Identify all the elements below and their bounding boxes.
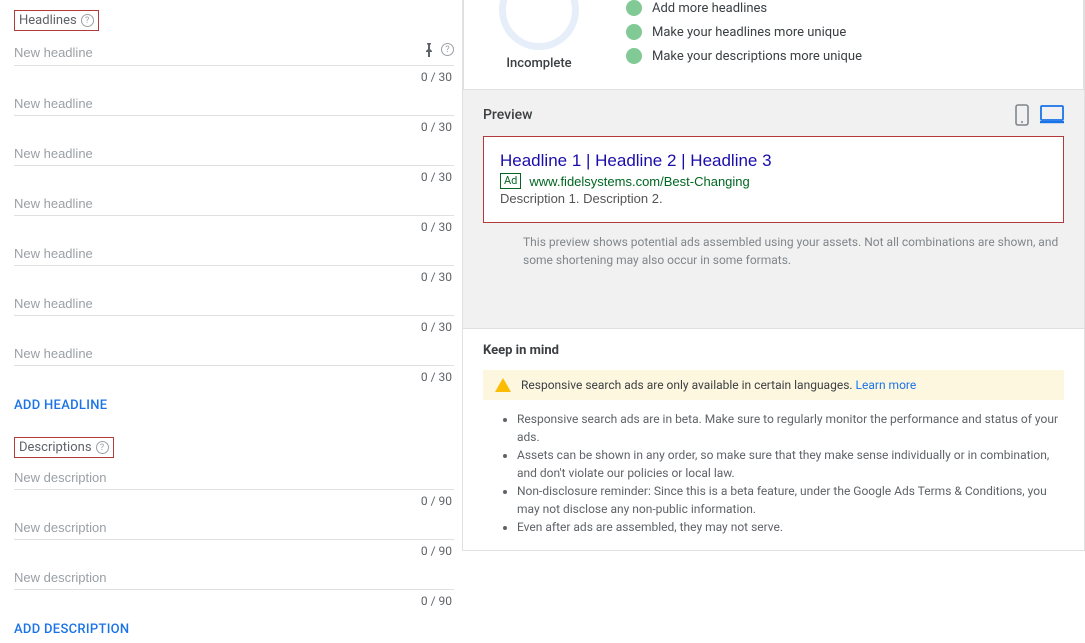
language-banner-text: Responsive search ads are only available…: [521, 378, 916, 392]
char-counter: 0 / 90: [14, 590, 454, 608]
headline-input[interactable]: [14, 196, 454, 211]
language-banner: Responsive search ads are only available…: [483, 370, 1064, 400]
pin-icon[interactable]: [423, 43, 435, 61]
idea-item[interactable]: Make your headlines more unique: [626, 24, 862, 40]
preview-note: This preview shows potential ads assembl…: [463, 223, 1084, 269]
ad-preview-url-line: Ad www.fidelsystems.com/Best-Changing: [500, 173, 1047, 189]
keep-in-mind-title: Keep in mind: [483, 343, 1064, 358]
help-icon[interactable]: ?: [81, 14, 94, 27]
ad-preview-description: Description 1. Description 2.: [500, 191, 1047, 206]
char-counter: 0 / 30: [14, 266, 454, 284]
list-item: Assets can be shown in any order, so mak…: [517, 446, 1064, 482]
char-counter: 0 / 30: [14, 66, 454, 84]
idea-text: Make your headlines more unique: [652, 25, 846, 40]
headline-field: [14, 234, 454, 266]
donut-icon: [499, 0, 579, 50]
char-counter: 0 / 30: [14, 216, 454, 234]
description-input[interactable]: [14, 470, 454, 485]
list-item: Even after ads are assembled, they may n…: [517, 518, 1064, 536]
headline-input[interactable]: [14, 296, 454, 311]
ideas-list: Add more headlines Make your headlines m…: [626, 0, 862, 64]
list-item: Non-disclosure reminder: Since this is a…: [517, 482, 1064, 518]
headline-input[interactable]: [14, 246, 454, 261]
keep-in-mind-list: Responsive search ads are in beta. Make …: [483, 410, 1064, 536]
keep-in-mind-box: Keep in mind Responsive search ads are o…: [463, 328, 1084, 550]
preview-title: Preview: [483, 107, 533, 123]
list-item: Responsive search ads are in beta. Make …: [517, 410, 1064, 446]
idea-item[interactable]: Make your descriptions more unique: [626, 48, 862, 64]
idea-text: Add more headlines: [652, 1, 767, 16]
description-field: [14, 508, 454, 540]
headline-field: [14, 134, 454, 166]
right-panel: Incomplete Add more headlines Make your …: [462, 0, 1085, 551]
char-counter: 0 / 90: [14, 490, 454, 508]
headline-field: [14, 84, 454, 116]
description-input[interactable]: [14, 520, 454, 535]
headlines-label-text: Headlines: [19, 13, 77, 28]
char-counter: 0 / 30: [14, 166, 454, 184]
descriptions-label-text: Descriptions: [19, 440, 92, 455]
descriptions-section-label: Descriptions ?: [14, 437, 114, 458]
left-panel: Headlines ? ? 0 / 30 0 / 30 0 / 30 0 / 3…: [0, 0, 462, 551]
headline-field: [14, 184, 454, 216]
idea-item[interactable]: Add more headlines: [626, 0, 862, 16]
description-field: [14, 458, 454, 490]
description-field: [14, 558, 454, 590]
device-toggle: [1014, 104, 1064, 126]
ad-strength-status: Incomplete: [506, 56, 571, 71]
learn-more-link[interactable]: Learn more: [856, 378, 917, 392]
headline-field: [14, 334, 454, 366]
add-description-button[interactable]: ADD DESCRIPTION: [14, 608, 454, 643]
warning-icon: [495, 378, 511, 392]
ad-badge: Ad: [500, 173, 521, 189]
description-input[interactable]: [14, 570, 454, 585]
headline-input[interactable]: [14, 146, 454, 161]
ad-strength-box: Incomplete Add more headlines Make your …: [463, 0, 1084, 90]
idea-status-icon: [626, 24, 642, 40]
char-counter: 0 / 30: [14, 316, 454, 334]
mobile-icon[interactable]: [1014, 104, 1030, 126]
ad-preview-headline: Headline 1 | Headline 2 | Headline 3: [500, 151, 1047, 171]
idea-status-icon: [626, 0, 642, 16]
ad-preview-card: Headline 1 | Headline 2 | Headline 3 Ad …: [483, 136, 1064, 223]
char-counter: 0 / 90: [14, 540, 454, 558]
headline-input[interactable]: [14, 346, 454, 361]
help-icon[interactable]: ?: [96, 441, 109, 454]
headline-field: ?: [14, 31, 454, 66]
help-icon[interactable]: ?: [441, 43, 454, 56]
headline-input[interactable]: [14, 96, 454, 111]
headline-input[interactable]: [14, 45, 423, 60]
headline-field: [14, 284, 454, 316]
char-counter: 0 / 30: [14, 116, 454, 134]
preview-header: Preview: [463, 90, 1084, 136]
add-headline-button[interactable]: ADD HEADLINE: [14, 384, 454, 419]
char-counter: 0 / 30: [14, 366, 454, 384]
desktop-icon[interactable]: [1040, 104, 1064, 126]
idea-text: Make your descriptions more unique: [652, 49, 862, 64]
headlines-section-label: Headlines ?: [14, 10, 99, 31]
idea-status-icon: [626, 48, 642, 64]
ad-strength-meter: Incomplete: [484, 0, 594, 71]
ad-preview-url: www.fidelsystems.com/Best-Changing: [529, 174, 749, 189]
